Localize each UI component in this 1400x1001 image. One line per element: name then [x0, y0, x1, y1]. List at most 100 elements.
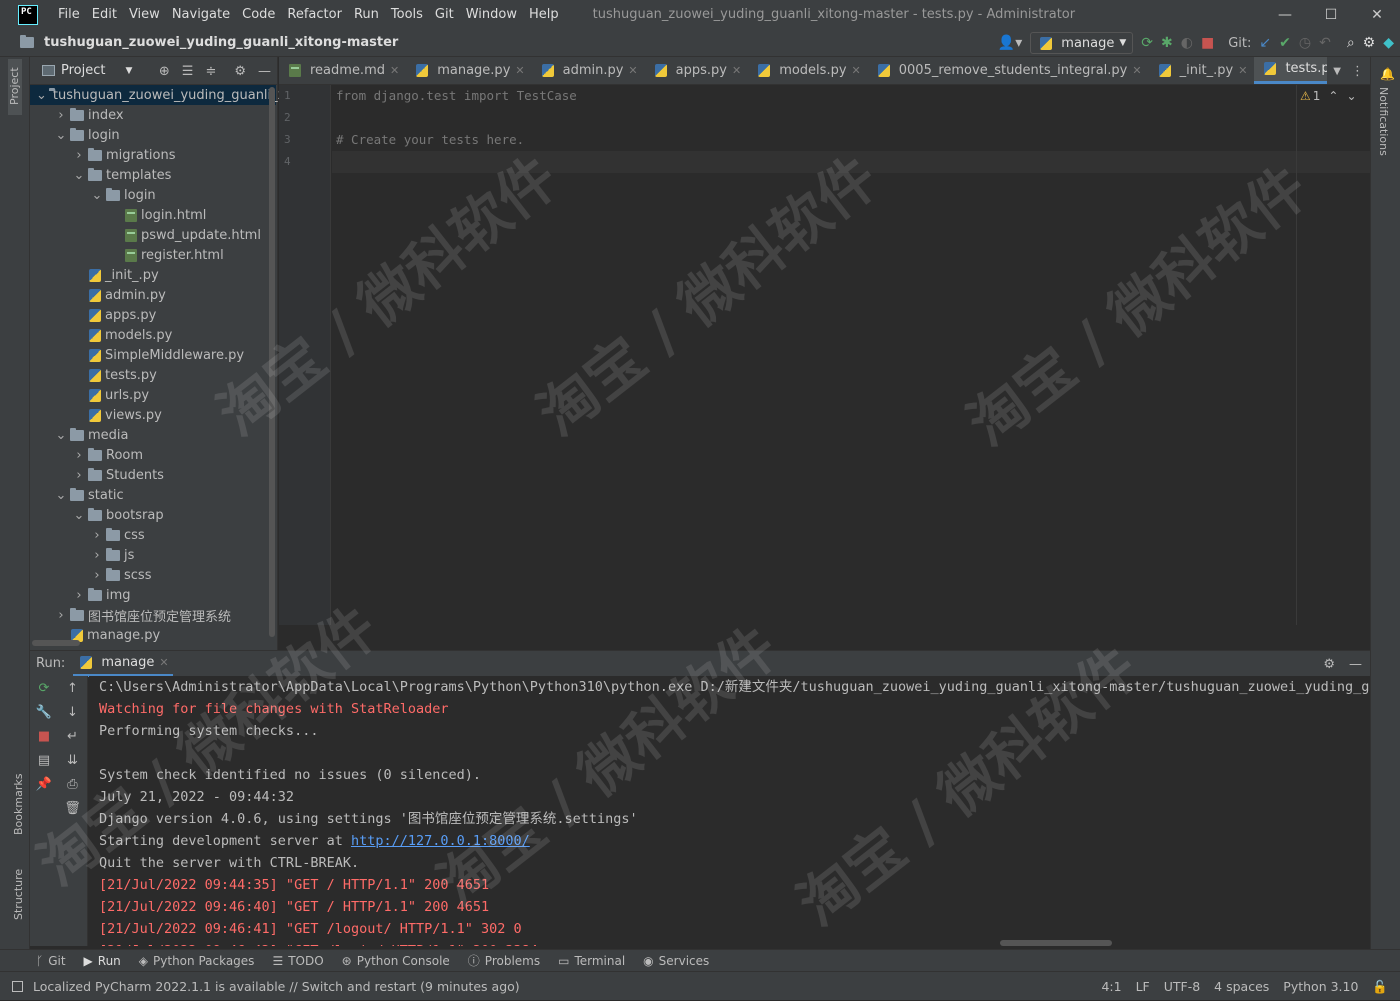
- tree-item[interactable]: › 图书馆座位预定管理系统: [30, 605, 276, 625]
- close-tab-icon[interactable]: ✕: [732, 64, 741, 77]
- chevron-right-icon[interactable]: ›: [72, 448, 86, 463]
- code-editor[interactable]: from django.test import TestCase # Create…: [332, 85, 1370, 625]
- chevron-right-icon[interactable]: ›: [54, 108, 68, 123]
- tool-tab-terminal[interactable]: ▭ Terminal: [558, 954, 625, 968]
- next-highlight-icon[interactable]: ⌄: [1346, 89, 1356, 103]
- editor-tab[interactable]: apps.py ✕: [645, 57, 749, 84]
- run-console-output[interactable]: C:\Users\Administrator\AppData\Local\Pro…: [89, 676, 1370, 946]
- project-stripe-label[interactable]: Project: [8, 67, 21, 105]
- close-tab-icon[interactable]: ✕: [852, 64, 861, 77]
- tree-item[interactable]: login.html: [30, 205, 276, 225]
- menu-item-run[interactable]: Run: [348, 7, 385, 22]
- menu-item-navigate[interactable]: Navigate: [166, 7, 236, 22]
- arrow-down-icon[interactable]: ↓: [58, 700, 87, 724]
- server-url-link[interactable]: http://127.0.0.1:8000/: [351, 833, 530, 849]
- status-message[interactable]: Localized PyCharm 2022.1.1 is available …: [33, 979, 520, 994]
- trash-icon[interactable]: 🗑: [58, 796, 87, 820]
- print-icon[interactable]: ⎙: [58, 772, 87, 796]
- chevron-down-icon[interactable]: ⌄: [54, 428, 68, 443]
- coverage-icon[interactable]: ◐: [1181, 35, 1193, 51]
- chevron-down-icon[interactable]: ▼: [125, 66, 132, 76]
- tree-item[interactable]: pswd_update.html: [30, 225, 276, 245]
- editor-tab[interactable]: readme.md ✕: [279, 57, 406, 84]
- tree-item[interactable]: SimpleMiddleware.py: [30, 345, 276, 365]
- bell-icon[interactable]: 🔔: [1380, 67, 1395, 81]
- close-tab-icon[interactable]: ✕: [1132, 64, 1141, 77]
- menu-item-edit[interactable]: Edit: [86, 7, 123, 22]
- tree-item[interactable]: ⌄ media: [30, 425, 276, 445]
- console-horizontal-scrollbar[interactable]: [1000, 940, 1112, 946]
- git-commit-icon[interactable]: ✔: [1279, 35, 1291, 51]
- structure-stripe-label[interactable]: Structure: [12, 869, 25, 920]
- tree-item[interactable]: ⌄ login: [30, 185, 276, 205]
- tree-item[interactable]: views.py: [30, 405, 276, 425]
- tree-item[interactable]: ⌄ login: [30, 125, 276, 145]
- line-separator[interactable]: LF: [1136, 979, 1150, 994]
- run-tab-manage[interactable]: manage ✕: [73, 651, 173, 677]
- tree-item[interactable]: ⌄ static: [30, 485, 276, 505]
- chevron-right-icon[interactable]: ›: [72, 468, 86, 483]
- close-tab-icon[interactable]: ✕: [515, 64, 524, 77]
- chevron-down-icon[interactable]: ⌄: [72, 508, 86, 523]
- layout-icon[interactable]: ▤: [30, 748, 58, 772]
- hide-panel-icon[interactable]: —: [258, 64, 271, 79]
- code-line[interactable]: [332, 151, 1370, 173]
- tree-item[interactable]: › scss: [30, 565, 276, 585]
- chevron-right-icon[interactable]: ›: [90, 548, 104, 563]
- lock-icon[interactable]: 🔓: [1372, 979, 1388, 995]
- hide-panel-icon[interactable]: —: [1349, 657, 1362, 672]
- close-tab-icon[interactable]: ✕: [159, 656, 168, 669]
- gear-icon[interactable]: ⚙: [234, 64, 246, 79]
- menu-item-git[interactable]: Git: [429, 7, 460, 22]
- gear-icon[interactable]: ⚙: [1323, 657, 1335, 672]
- python-interpreter[interactable]: Python 3.10: [1283, 979, 1358, 994]
- chevron-down-icon[interactable]: ⌄: [72, 168, 86, 183]
- menu-item-code[interactable]: Code: [236, 7, 281, 22]
- code-line[interactable]: from django.test import TestCase: [332, 85, 1370, 107]
- breadcrumb-project[interactable]: tushuguan_zuowei_yuding_guanli_xitong-ma…: [44, 35, 398, 50]
- tree-item[interactable]: › index: [30, 105, 276, 125]
- menu-item-refactor[interactable]: Refactor: [281, 7, 348, 22]
- file-encoding[interactable]: UTF-8: [1164, 979, 1200, 994]
- tree-item[interactable]: _init_.py: [30, 265, 276, 285]
- tree-item[interactable]: apps.py: [30, 305, 276, 325]
- bookmarks-stripe-label[interactable]: Bookmarks: [12, 774, 25, 835]
- code-line[interactable]: [332, 107, 1370, 129]
- locate-file-icon[interactable]: ⊕: [159, 64, 170, 79]
- tool-tab-problems[interactable]: ⓘ Problems: [468, 952, 540, 969]
- tool-tab-todo[interactable]: ☰ TODO: [272, 954, 323, 968]
- expand-all-icon[interactable]: ☰: [182, 64, 194, 79]
- tree-item[interactable]: register.html: [30, 245, 276, 265]
- tree-item[interactable]: › Room: [30, 445, 276, 465]
- tree-item[interactable]: ⌄ tushuguan_zuowei_yuding_guanli_xi: [30, 85, 289, 105]
- collapse-all-icon[interactable]: ≑: [205, 64, 216, 79]
- chevron-down-icon[interactable]: ⌄: [54, 488, 68, 503]
- stop-icon[interactable]: ■: [30, 724, 58, 748]
- close-tab-icon[interactable]: ✕: [390, 64, 399, 77]
- rerun-icon[interactable]: ⟳: [30, 676, 58, 700]
- tree-item[interactable]: › js: [30, 545, 276, 565]
- scroll-to-end-icon[interactable]: ⇊: [58, 748, 87, 772]
- tool-tab-git[interactable]: ᚴ Git: [36, 954, 66, 968]
- chevron-right-icon[interactable]: ›: [90, 528, 104, 543]
- more-actions-icon[interactable]: ⋮: [1351, 64, 1364, 79]
- editor-tab[interactable]: admin.py ✕: [532, 57, 645, 84]
- tree-item[interactable]: urls.py: [30, 385, 276, 405]
- project-tree-horizontal-scrollbar[interactable]: [32, 640, 80, 646]
- tool-tab-python-packages[interactable]: ◈ Python Packages: [139, 954, 255, 968]
- jetbrains-toolbox-icon[interactable]: ◆: [1383, 35, 1394, 51]
- stop-icon[interactable]: ■: [1201, 35, 1214, 51]
- tree-item[interactable]: › css: [30, 525, 276, 545]
- git-update-icon[interactable]: ↙: [1259, 35, 1271, 51]
- tree-item[interactable]: tests.py: [30, 365, 276, 385]
- tree-item[interactable]: admin.py: [30, 285, 276, 305]
- menu-item-help[interactable]: Help: [523, 7, 565, 22]
- tool-tab-run[interactable]: ▶ Run: [84, 954, 121, 968]
- tool-tab-services[interactable]: ◉ Services: [643, 954, 709, 968]
- search-icon[interactable]: ⌕: [1347, 35, 1355, 51]
- rerun-icon[interactable]: ⟳: [1141, 35, 1153, 51]
- tree-item[interactable]: models.py: [30, 325, 276, 345]
- code-line[interactable]: # Create your tests here.: [332, 129, 1370, 151]
- status-panel-icon[interactable]: [12, 980, 23, 992]
- indent-setting[interactable]: 4 spaces: [1214, 979, 1269, 994]
